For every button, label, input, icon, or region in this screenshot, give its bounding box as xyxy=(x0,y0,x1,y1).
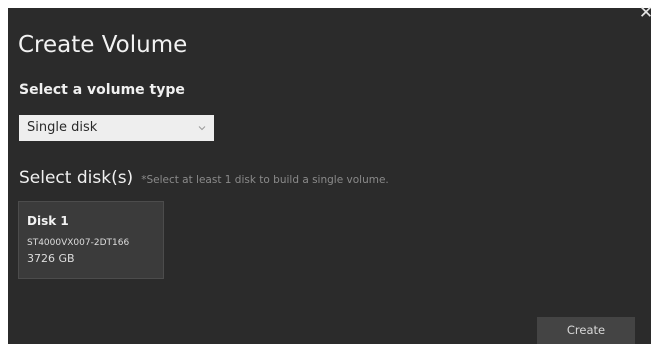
disk-model: ST4000VX007-2DT166 xyxy=(27,238,130,248)
volume-type-select[interactable]: Single disk xyxy=(19,115,214,141)
dialog-title: Create Volume xyxy=(18,32,188,58)
chevron-down-icon xyxy=(198,126,206,131)
close-icon[interactable]: ✕ xyxy=(638,2,651,24)
create-volume-dialog: ✕ Create Volume Select a volume type Sin… xyxy=(8,3,651,344)
volume-type-selected-value: Single disk xyxy=(27,120,98,135)
create-button[interactable]: Create xyxy=(537,317,635,344)
disks-hint: *Select at least 1 disk to build a singl… xyxy=(141,174,389,186)
disk-name: Disk 1 xyxy=(27,214,69,228)
volume-type-label: Select a volume type xyxy=(19,82,185,98)
disks-title: Select disk(s) xyxy=(19,168,134,188)
disk-card[interactable]: Disk 1 ST4000VX007-2DT166 3726 GB xyxy=(18,201,164,279)
disks-heading: Select disk(s) *Select at least 1 disk to… xyxy=(19,166,389,192)
disk-size: 3726 GB xyxy=(27,252,75,265)
